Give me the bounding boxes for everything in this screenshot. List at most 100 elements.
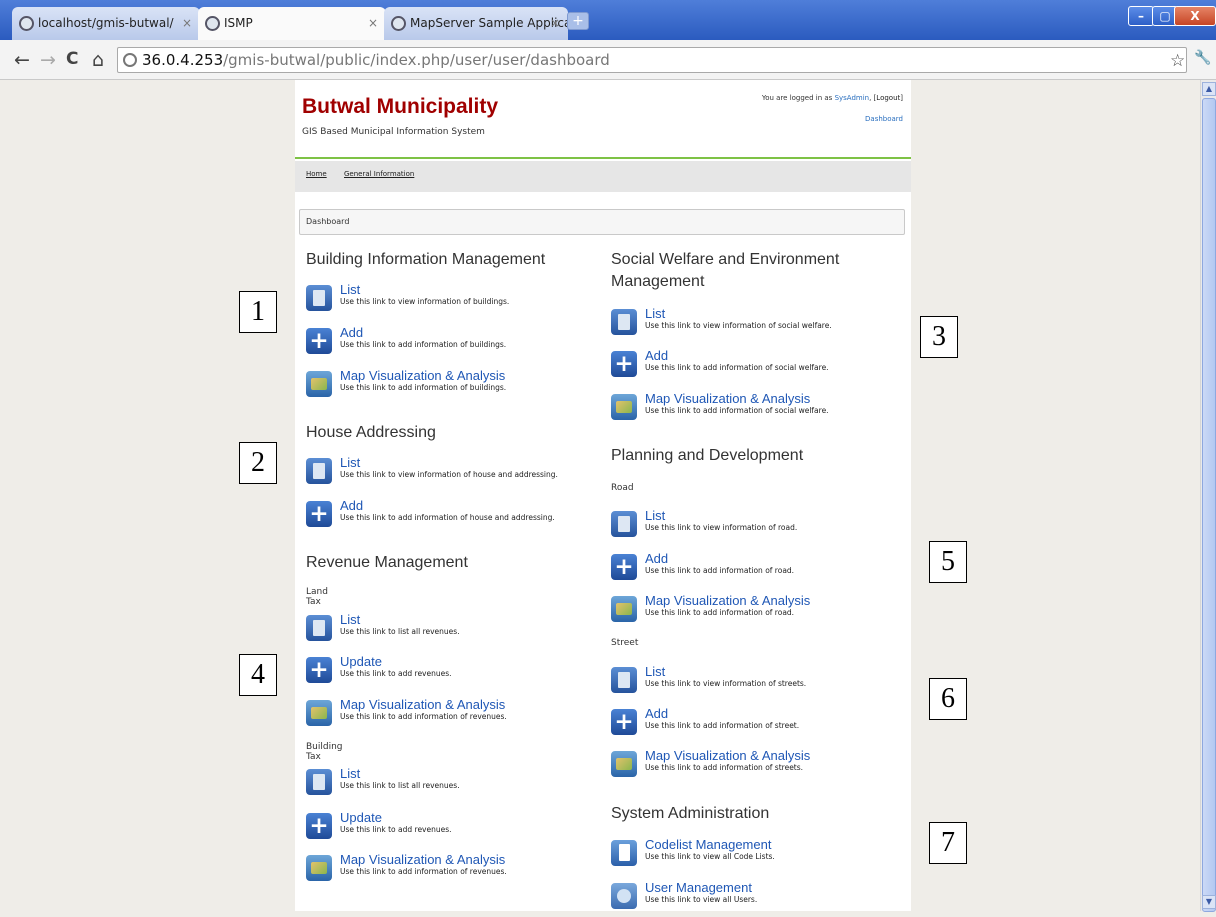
road-add-desc: Use this link to add information of road… <box>645 566 795 575</box>
back-button[interactable]: ← <box>14 49 30 71</box>
tab-close-icon[interactable]: × <box>368 7 378 40</box>
building-list-link[interactable]: List <box>340 282 360 297</box>
list-icon[interactable] <box>611 511 637 537</box>
forward-button[interactable]: → <box>40 49 56 71</box>
building-map-link[interactable]: Map Visualization & Analysis <box>340 368 505 383</box>
btax-update-item[interactable]: + Update Use this link to add revenues. <box>306 810 596 847</box>
map-icon[interactable] <box>306 700 332 726</box>
btax-update-link[interactable]: Update <box>340 810 382 825</box>
building-add-item[interactable]: + Add Use this link to add information o… <box>306 325 596 362</box>
annotation-box-7: 7 <box>929 822 967 864</box>
list-icon[interactable] <box>306 769 332 795</box>
users-icon[interactable] <box>611 883 637 909</box>
section-title-revenue: Revenue Management <box>306 554 468 571</box>
list-icon[interactable] <box>306 458 332 484</box>
building-map-item[interactable]: Map Visualization & Analysis Use this li… <box>306 368 596 405</box>
street-map-link[interactable]: Map Visualization & Analysis <box>645 748 810 763</box>
add-icon[interactable]: + <box>306 501 332 527</box>
scroll-up-button[interactable]: ▲ <box>1202 82 1216 96</box>
road-map-link[interactable]: Map Visualization & Analysis <box>645 593 810 608</box>
house-list-item[interactable]: List Use this link to view information o… <box>306 455 596 492</box>
social-title-line1: Social Welfare and Environment <box>611 251 840 268</box>
street-add-link[interactable]: Add <box>645 706 668 721</box>
land-update-link[interactable]: Update <box>340 654 382 669</box>
tab-ismp[interactable]: ISMP × <box>198 7 386 40</box>
btax-list-item[interactable]: List Use this link to list all revenues. <box>306 766 596 803</box>
bookmark-star-icon[interactable]: ☆ <box>1170 51 1185 71</box>
add-icon[interactable]: + <box>306 813 332 839</box>
menu-home[interactable]: Home <box>306 170 327 178</box>
social-title-line2: Management <box>611 273 705 290</box>
house-list-link[interactable]: List <box>340 455 360 470</box>
social-add-link[interactable]: Add <box>645 348 668 363</box>
social-add-item[interactable]: + Add Use this link to add information o… <box>611 348 901 385</box>
minimize-button[interactable]: – <box>1128 6 1154 26</box>
list-icon[interactable] <box>306 615 332 641</box>
wrench-icon[interactable]: 🔧 <box>1194 50 1211 66</box>
codelist-icon[interactable] <box>611 840 637 866</box>
tab-label: localhost/gmis-butwal/ <box>38 16 174 30</box>
building-list-item[interactable]: List Use this link to view information o… <box>306 282 596 319</box>
site-title: Butwal Municipality <box>302 95 499 118</box>
user-management-link[interactable]: User Management <box>645 880 752 895</box>
tab-localhost[interactable]: localhost/gmis-butwal/ × <box>12 7 200 40</box>
btax-map-item[interactable]: Map Visualization & Analysis Use this li… <box>306 852 596 889</box>
land-map-item[interactable]: Map Visualization & Analysis Use this li… <box>306 697 596 734</box>
add-icon[interactable]: + <box>611 554 637 580</box>
add-icon[interactable]: + <box>611 351 637 377</box>
tab-label: ISMP <box>224 16 253 30</box>
street-map-item[interactable]: Map Visualization & Analysis Use this li… <box>611 748 901 785</box>
new-tab-button[interactable]: + <box>567 12 589 30</box>
land-list-item[interactable]: List Use this link to list all revenues. <box>306 612 596 649</box>
map-icon[interactable] <box>306 855 332 881</box>
address-bar[interactable]: 36.0.4.253/gmis-butwal/public/index.php/… <box>117 47 1187 73</box>
codelist-item[interactable]: Codelist Management Use this link to vie… <box>611 837 901 874</box>
add-icon[interactable]: + <box>611 709 637 735</box>
menu-general-information[interactable]: General Information <box>344 170 414 178</box>
house-add-link[interactable]: Add <box>340 498 363 513</box>
logout-link[interactable]: Logout <box>876 94 900 102</box>
land-update-item[interactable]: + Update Use this link to add revenues. <box>306 654 596 691</box>
vertical-scrollbar[interactable]: ▲ ▼ <box>1200 80 1216 912</box>
annotation-box-5: 5 <box>929 541 967 583</box>
list-icon[interactable] <box>611 309 637 335</box>
btax-list-link[interactable]: List <box>340 766 360 781</box>
tab-close-icon[interactable]: × <box>182 7 192 40</box>
map-icon[interactable] <box>611 751 637 777</box>
codelist-link[interactable]: Codelist Management <box>645 837 771 852</box>
social-list-link[interactable]: List <box>645 306 665 321</box>
user-link[interactable]: SysAdmin <box>835 94 870 102</box>
tab-close-icon[interactable]: × <box>550 7 560 40</box>
street-list-link[interactable]: List <box>645 664 665 679</box>
scroll-thumb[interactable] <box>1202 98 1216 912</box>
building-add-link[interactable]: Add <box>340 325 363 340</box>
land-list-link[interactable]: List <box>340 612 360 627</box>
street-add-item[interactable]: + Add Use this link to add information o… <box>611 706 901 743</box>
road-map-item[interactable]: Map Visualization & Analysis Use this li… <box>611 593 901 630</box>
house-add-item[interactable]: + Add Use this link to add information o… <box>306 498 596 535</box>
scroll-down-button[interactable]: ▼ <box>1202 895 1216 909</box>
close-window-button[interactable]: X <box>1174 6 1216 26</box>
add-icon[interactable]: + <box>306 657 332 683</box>
street-list-item[interactable]: List Use this link to view information o… <box>611 664 901 701</box>
user-management-item[interactable]: User Management Use this link to view al… <box>611 880 901 917</box>
tab-mapserver[interactable]: MapServer Sample Application × <box>384 7 568 40</box>
road-list-link[interactable]: List <box>645 508 665 523</box>
home-button[interactable]: ⌂ <box>92 49 104 71</box>
list-icon[interactable] <box>306 285 332 311</box>
list-icon[interactable] <box>611 667 637 693</box>
map-icon[interactable] <box>611 596 637 622</box>
add-icon[interactable]: + <box>306 328 332 354</box>
social-map-item[interactable]: Map Visualization & Analysis Use this li… <box>611 391 901 428</box>
social-map-link[interactable]: Map Visualization & Analysis <box>645 391 810 406</box>
btax-map-link[interactable]: Map Visualization & Analysis <box>340 852 505 867</box>
dashboard-link[interactable]: Dashboard <box>865 115 903 123</box>
road-add-item[interactable]: + Add Use this link to add information o… <box>611 551 901 588</box>
reload-button[interactable]: C <box>66 49 78 69</box>
map-icon[interactable] <box>306 371 332 397</box>
land-map-link[interactable]: Map Visualization & Analysis <box>340 697 505 712</box>
social-list-item[interactable]: List Use this link to view information o… <box>611 306 901 343</box>
map-icon[interactable] <box>611 394 637 420</box>
road-add-link[interactable]: Add <box>645 551 668 566</box>
road-list-item[interactable]: List Use this link to view information o… <box>611 508 901 545</box>
